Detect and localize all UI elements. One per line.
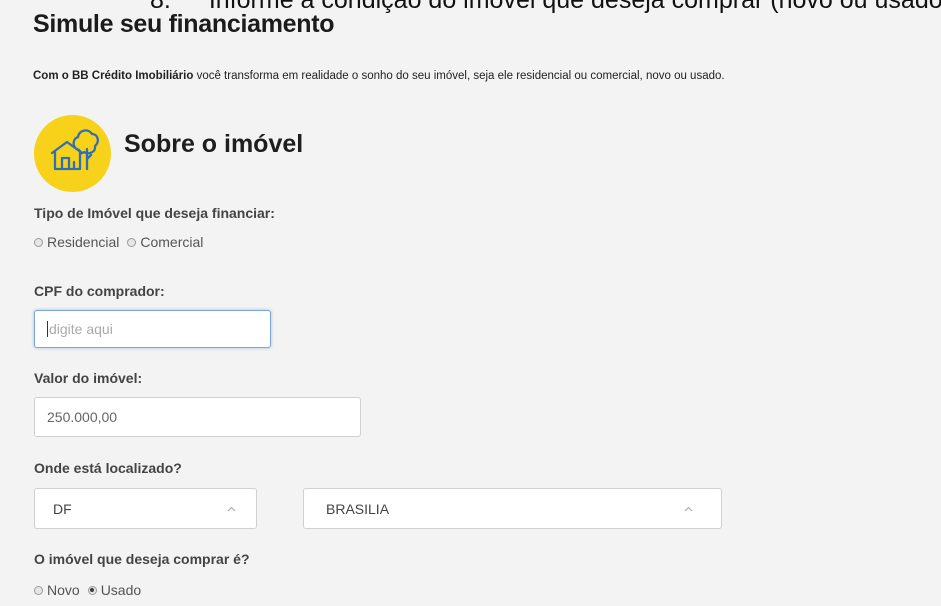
property-type-label: Tipo de Imóvel que deseja financiar: [34,205,275,221]
city-value: BRASILIA [326,500,390,517]
house-tree-icon [34,115,111,192]
radio-comercial[interactable] [127,237,137,247]
radio-comercial-label[interactable]: Comercial [140,234,203,250]
radio-residencial[interactable] [34,237,43,247]
condition-group: Novo Usado [34,582,145,598]
condition-label: O imóvel que deseja comprar é? [34,551,250,567]
property-type-group: Residencial Comercial [34,234,207,250]
radio-usado[interactable] [87,585,97,595]
value-input[interactable]: 250.000,00 [34,397,361,437]
intro-text: Com o BB Crédito Imobiliário você transf… [33,70,938,82]
chevron-up-icon [227,506,236,511]
text-caret [47,321,48,337]
location-label: Onde está localizado? [34,460,182,476]
intro-brand: Com o BB Crédito Imobiliário [33,70,194,82]
intro-body: você transforma em realidade o sonho do … [193,70,725,82]
cpf-placeholder: digite aqui [49,321,113,337]
radio-residencial-label[interactable]: Residencial [47,234,119,250]
chevron-up-icon [684,506,693,511]
section-title: Sobre o imóvel [124,130,304,158]
page-title: Simule seu financiamento [33,10,335,38]
city-select[interactable]: BRASILIA [303,488,722,529]
cpf-label: CPF do comprador: [34,283,165,299]
radio-novo-label[interactable]: Novo [47,582,80,598]
state-select[interactable]: DF [34,488,257,529]
radio-novo[interactable] [34,585,43,595]
value-label: Valor do imóvel: [34,370,143,386]
radio-usado-label[interactable]: Usado [101,582,141,598]
value-input-text: 250.000,00 [47,409,118,425]
state-value: DF [53,500,72,517]
cpf-input[interactable]: digite aqui [34,310,271,348]
